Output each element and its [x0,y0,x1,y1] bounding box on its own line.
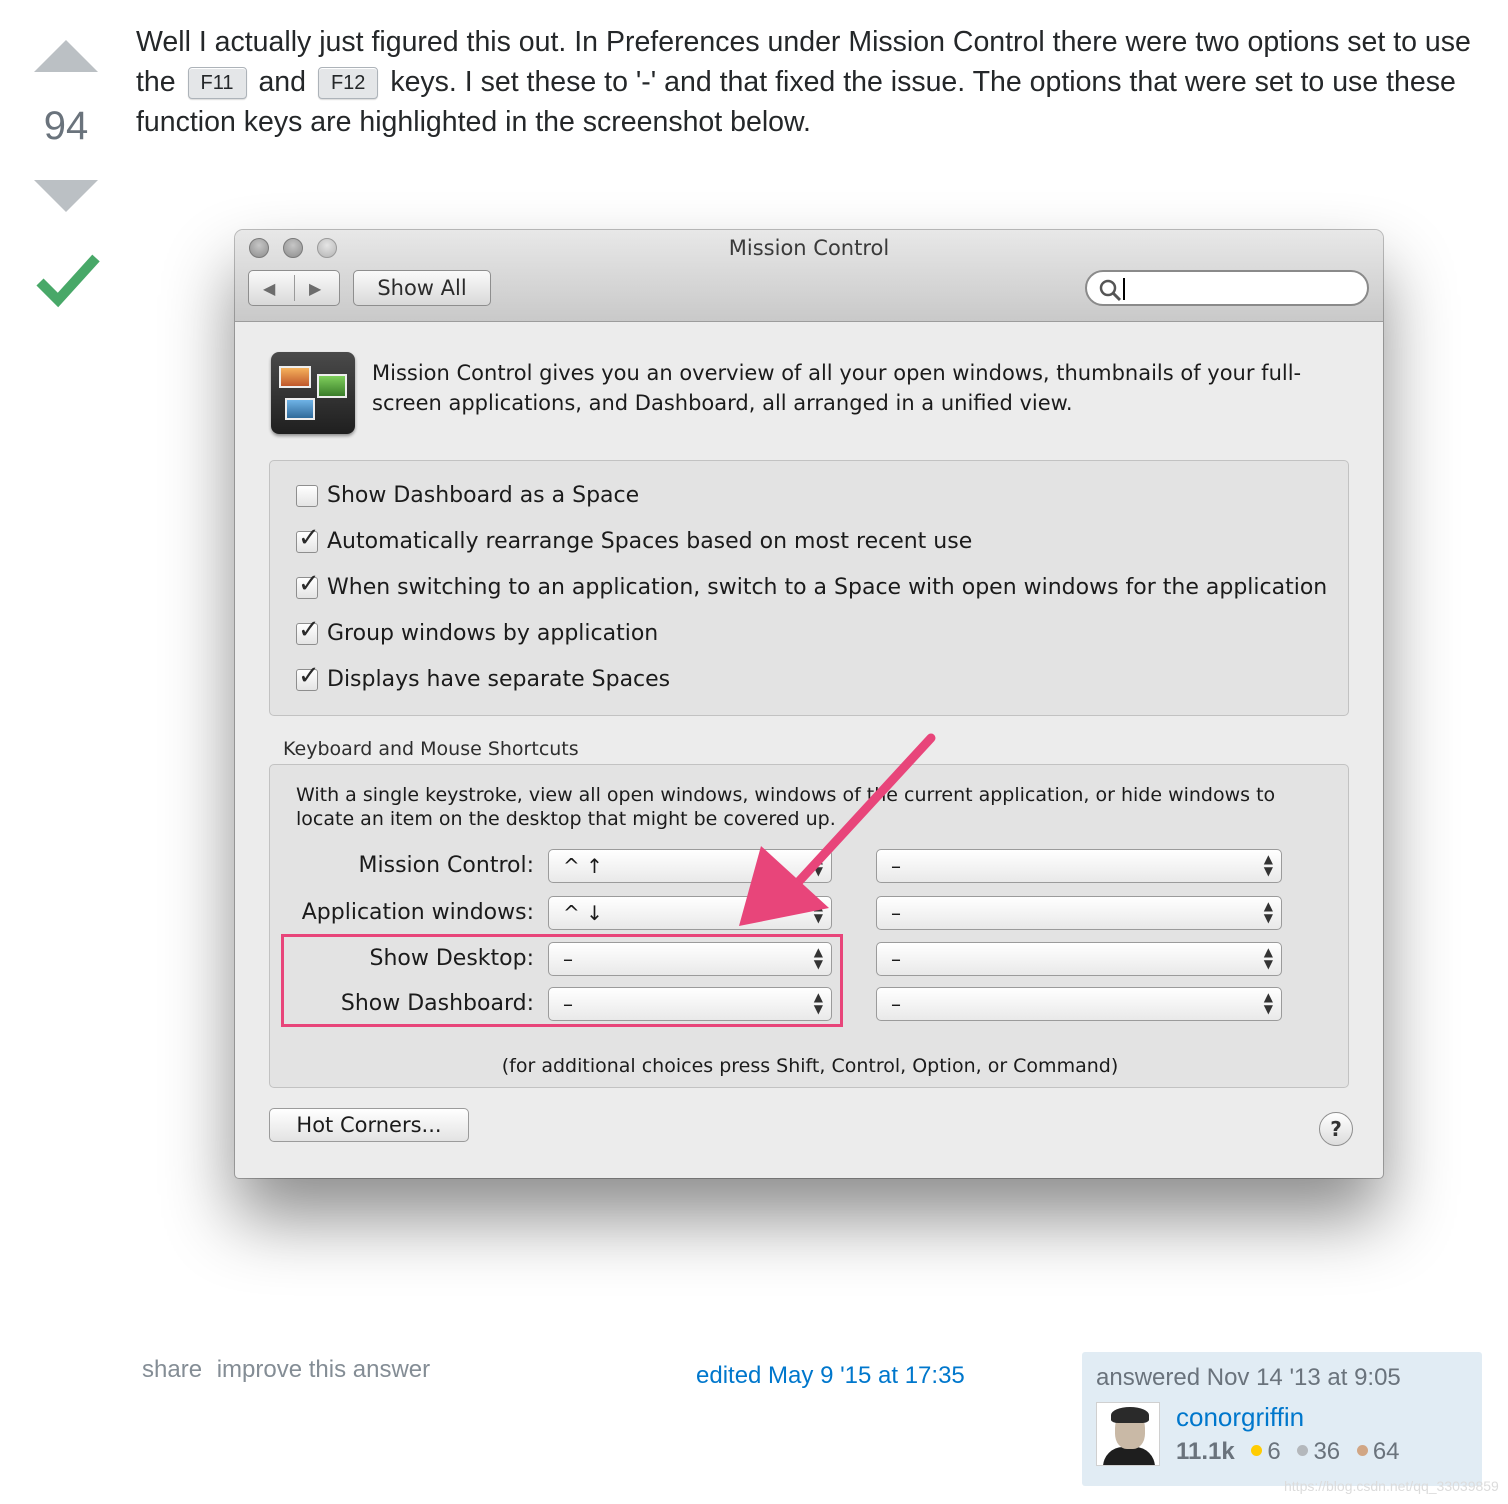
checkmark-icon: ✓ [298,615,320,645]
updown-arrows-icon: ▲▼ [1263,945,1273,971]
checkmark-icon: ✓ [298,569,320,599]
show-all-button: Show All [353,270,491,306]
edited-link[interactable]: edited May 9 '15 at 17:35 [696,1362,965,1390]
pointer-arrow-icon [739,733,936,926]
shortcuts-title: Keyboard and Mouse Shortcuts [283,738,579,760]
gold-badge: 6 [1251,1438,1281,1466]
upvote-arrow-icon[interactable] [34,40,98,72]
downvote-arrow-icon[interactable] [34,180,98,212]
search-field [1085,270,1369,306]
user-reputation-row: 11.1k 6 36 64 [1176,1438,1410,1466]
intro-description: Mission Control gives you an overview of… [372,361,1302,415]
options-group: Show Dashboard as a Space ✓ Automaticall… [269,460,1349,716]
mission-control-app-icon [271,352,355,434]
search-icon [1099,279,1122,302]
shortcuts-footnote: (for additional choices press Shift, Con… [501,1055,1119,1077]
gold-badge-icon [1251,1445,1263,1456]
accepted-check-icon [36,254,100,308]
vote-count: 94 [43,104,89,148]
share-link[interactable]: share [142,1356,202,1383]
hot-corners-button: Hot Corners... [269,1108,469,1142]
mission-control-screenshot: Mission Control ◀ ▶ Show All Mission Con… [235,230,1383,1178]
reputation-score: 11.1k [1176,1438,1235,1465]
forward-arrow-icon: ▶ [309,279,322,298]
kbd-f11: F11 [187,67,247,99]
help-button: ? [1319,1112,1353,1146]
improve-answer-link[interactable]: improve this answer [217,1356,430,1383]
updown-arrows-icon: ▲▼ [1263,990,1273,1016]
silver-badge: 36 [1297,1438,1340,1466]
back-forward-control: ◀ ▶ [248,270,340,306]
checkmark-icon: ✓ [298,523,320,553]
user-card: answered Nov 14 '13 at 9:05 conorgriffin… [1082,1352,1482,1486]
bronze-badge: 64 [1356,1438,1400,1466]
checkmark-icon: ✓ [298,661,320,691]
answer-text-2: and [258,66,307,98]
bronze-badge-icon [1356,1445,1368,1456]
window-titlebar: Mission Control ◀ ▶ Show All [235,230,1383,322]
show-desktop-mouse-popup: – ▲ ▼ [876,942,1282,976]
watermark: https://blog.csdn.net/qq_33039859 [1284,1478,1499,1494]
back-arrow-icon: ◀ [263,279,276,298]
updown-arrows-icon: ▲▼ [1263,899,1273,925]
kbd-f12: F12 [317,67,379,99]
window-title: Mission Control [728,236,890,260]
show-dashboard-mouse-popup: – ▲ ▼ [876,987,1282,1021]
avatar[interactable] [1096,1402,1160,1466]
checkbox [296,485,318,507]
updown-arrows-icon: ▲▼ [1263,852,1273,878]
post-menu: share improve this answer [142,1356,438,1384]
answer-body: Well I actually just figured this out. I… [136,22,1486,142]
highlight-box [281,934,843,1027]
silver-badge-icon [1297,1445,1309,1456]
shortcut-label-mission-control: Mission Control: [358,853,534,878]
answered-time: answered Nov 14 '13 at 9:05 [1096,1364,1401,1391]
shortcut-label-application-windows: Application windows: [301,900,534,925]
username-link[interactable]: conorgriffin [1176,1402,1304,1433]
